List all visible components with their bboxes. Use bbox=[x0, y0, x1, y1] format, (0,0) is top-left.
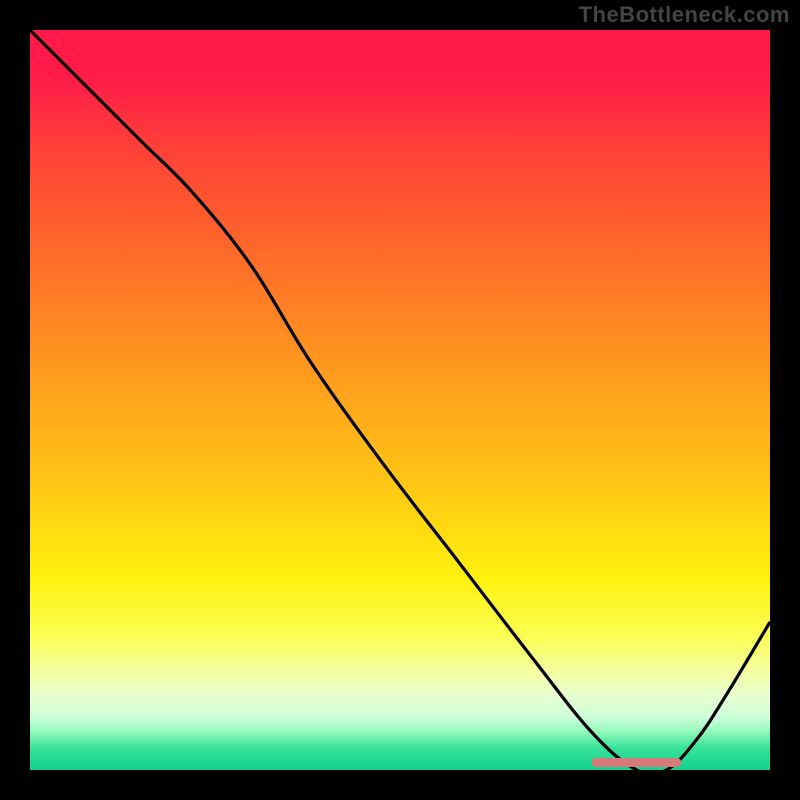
plot-area bbox=[30, 30, 770, 770]
curve-path bbox=[30, 30, 770, 770]
optimal-range-bar bbox=[592, 758, 681, 767]
bottleneck-curve bbox=[30, 30, 770, 770]
attribution-text: TheBottleneck.com bbox=[579, 2, 790, 28]
